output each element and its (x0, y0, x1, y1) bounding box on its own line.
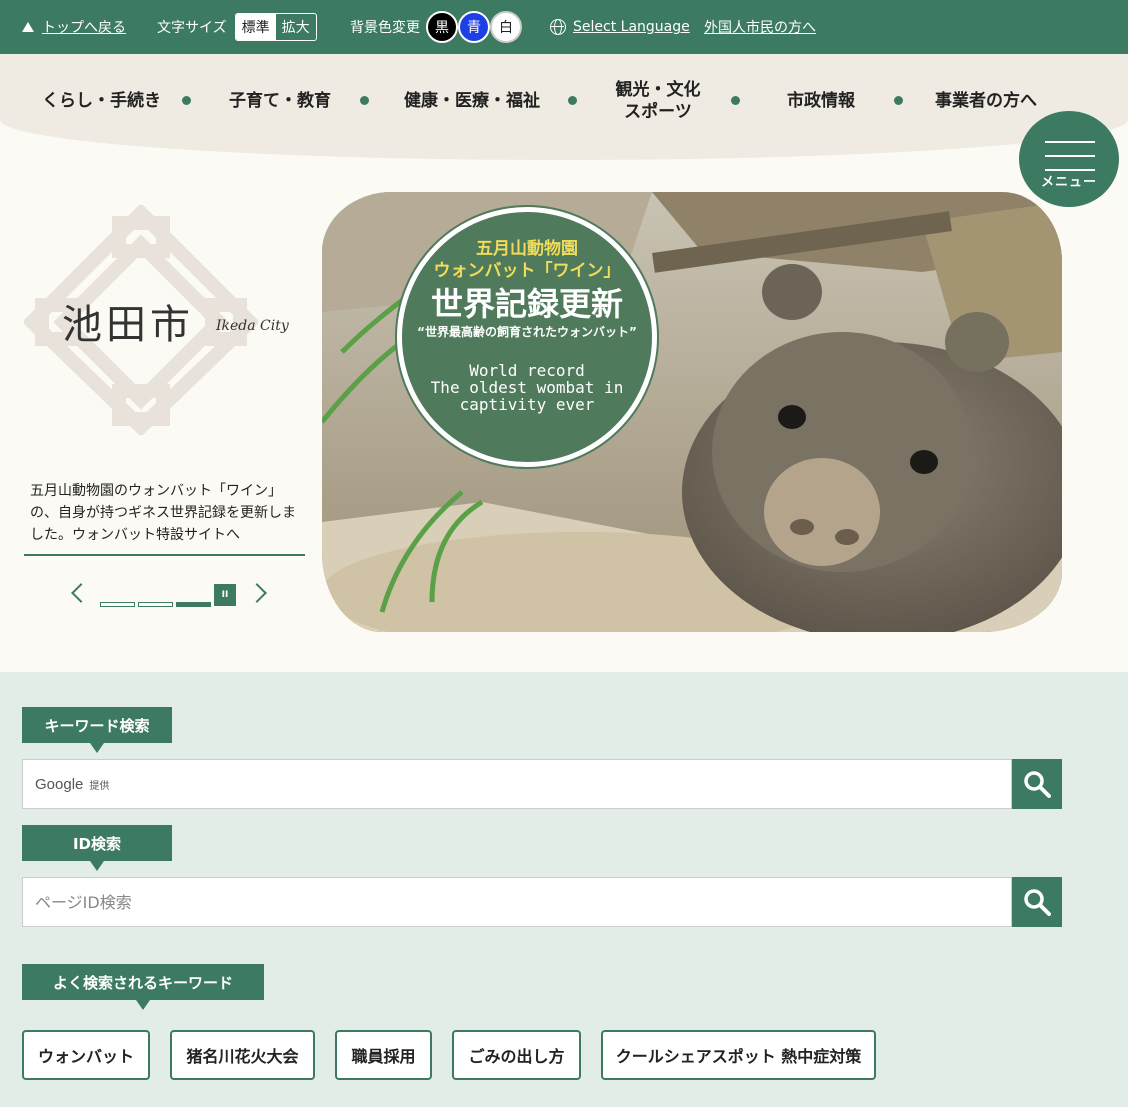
prev-slide-icon[interactable] (71, 583, 91, 603)
bg-black-button[interactable]: 黒 (426, 11, 458, 43)
font-size-large-button[interactable]: 拡大 (276, 14, 316, 40)
city-logo-name[interactable]: 池田市 (62, 292, 194, 350)
badge-headline: 世界記録更新 (430, 285, 623, 323)
keyword-wombat-button[interactable]: ウォンバット (22, 1030, 150, 1080)
foreign-residents[interactable]: 外国人市民の方へ (704, 0, 816, 54)
bg-white-button[interactable]: 白 (490, 11, 522, 43)
world-record-badge: 五月山動物園 ウォンバット「ワイン」 世界記録更新 “世界最高齢の飼育されたウォ… (397, 207, 657, 467)
keyword-search-button[interactable] (1012, 759, 1062, 809)
keyword-recruitment-button[interactable]: 職員採用 (335, 1030, 432, 1080)
keyword-fireworks-button[interactable]: 猪名川花火大会 (170, 1030, 315, 1080)
slide-indicator[interactable] (138, 602, 173, 607)
badge-english-line1: World record (469, 361, 585, 380)
globe-icon (550, 19, 566, 35)
back-to-top-link[interactable]: トップへ戻る (22, 0, 126, 54)
font-size-toggle: 標準 拡大 (234, 13, 317, 41)
bg-blue-button[interactable]: 青 (458, 11, 490, 43)
keyword-coolshare-button[interactable]: クールシェアスポット 熱中症対策 (601, 1030, 876, 1080)
select-language-link[interactable]: Select Language (573, 19, 690, 35)
badge-wombat-name: ウォンバット「ワイン」 (433, 261, 621, 281)
nav-tourism-line2: スポーツ (624, 102, 692, 122)
nav-childcare[interactable]: 子育て・教育 (229, 90, 331, 112)
utility-bar: トップへ戻る 文字サイズ 標準 拡大 背景色変更 黒 青 白 Select La… (0, 0, 1128, 54)
select-language[interactable]: Select Language (550, 0, 690, 54)
slider-controls: II (66, 580, 276, 614)
font-size-control: 文字サイズ 標準 拡大 (157, 0, 317, 54)
popular-keywords-label: よく検索されるキーワード (22, 964, 264, 1010)
caption-divider (24, 554, 305, 556)
bg-color-control: 背景色変更 黒 青 白 (350, 0, 522, 54)
hero-slide-image[interactable]: 五月山動物園 ウォンバット「ワイン」 世界記録更新 “世界最高齢の飼育されたウォ… (322, 192, 1062, 632)
nav-separator-dot (894, 96, 903, 105)
hamburger-icon (1045, 155, 1095, 157)
nav-separator-dot (182, 96, 191, 105)
id-search-field (22, 877, 1012, 927)
badge-subheadline: “世界最高齢の飼育されたウォンバット” (417, 325, 637, 339)
nav-tourism-line1: 観光・文化 (615, 80, 701, 100)
id-search-button[interactable] (1012, 877, 1062, 927)
badge-zoo-name: 五月山動物園 (476, 239, 578, 259)
badge-english-line2: The oldest wombat in (430, 378, 624, 397)
slide-caption-link[interactable]: 五月山動物園のウォンバット「ワイン」の、自身が持つギネス世界記録を更新しました。… (30, 480, 300, 546)
bg-color-label: 背景色変更 (350, 20, 420, 36)
menu-label: メニュー (1040, 175, 1097, 190)
foreign-residents-link[interactable]: 外国人市民の方へ (704, 17, 816, 37)
nav-city-info[interactable]: 市政情報 (787, 90, 855, 112)
badge-english-line3: captivity ever (459, 395, 595, 414)
nav-separator-dot (360, 96, 369, 105)
font-size-label: 文字サイズ (157, 20, 227, 36)
google-branding: Google 提供 (35, 775, 110, 793)
id-search-label: ID検索 (22, 825, 172, 871)
back-to-top-text[interactable]: トップへ戻る (42, 17, 126, 37)
keyword-search-input[interactable]: Google 提供 (22, 759, 1012, 809)
keyword-garbage-button[interactable]: ごみの出し方 (452, 1030, 581, 1080)
city-logo-subtitle: Ikeda City (216, 318, 289, 334)
nav-separator-dot (568, 96, 577, 105)
font-size-normal-button[interactable]: 標準 (235, 14, 276, 40)
id-search-input[interactable] (35, 878, 1011, 926)
nav-tourism[interactable]: 観光・文化 スポーツ (614, 79, 702, 123)
up-arrow-icon (22, 22, 34, 32)
nav-living[interactable]: くらし・手続き (42, 90, 161, 112)
next-slide-icon[interactable] (247, 583, 267, 603)
search-icon (1024, 889, 1051, 916)
nav-separator-dot (731, 96, 740, 105)
slide-indicator[interactable] (100, 602, 135, 607)
search-icon (1024, 771, 1051, 798)
nav-business[interactable]: 事業者の方へ (935, 90, 1037, 112)
keyword-search-label: キーワード検索 (22, 707, 172, 753)
nav-health[interactable]: 健康・医療・福祉 (404, 90, 540, 112)
slide-indicator-active[interactable] (176, 602, 211, 607)
bg-color-options: 黒 青 白 (426, 11, 522, 43)
hamburger-icon (1045, 141, 1095, 143)
pause-button[interactable]: II (214, 584, 236, 606)
